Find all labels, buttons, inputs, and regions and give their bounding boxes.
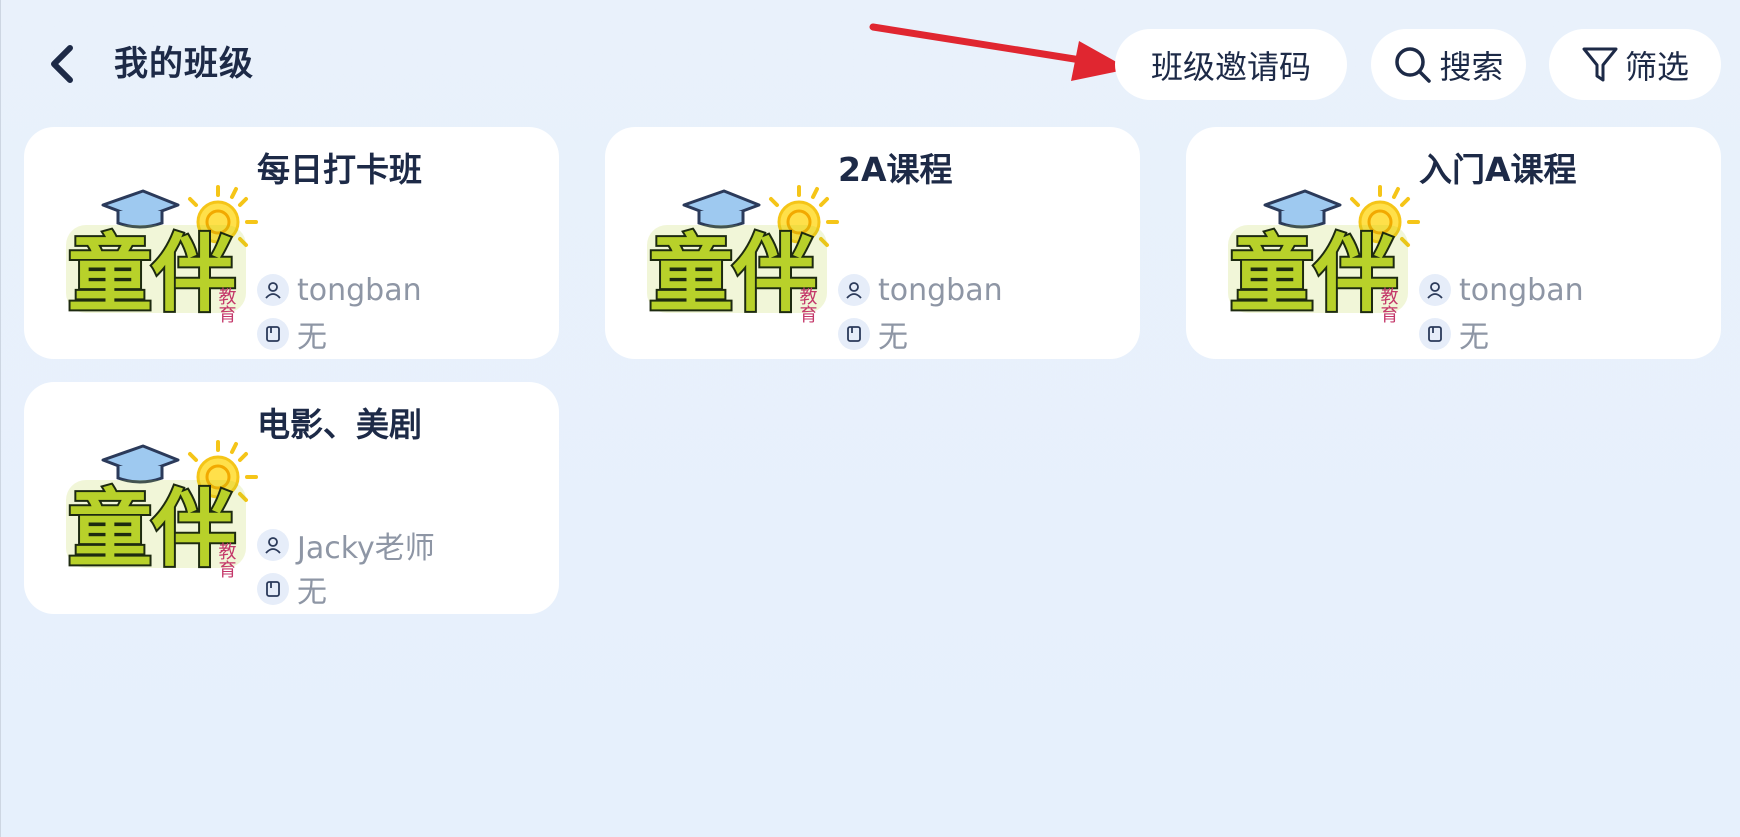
filter-button[interactable]: 筛选 <box>1549 29 1721 100</box>
search-button[interactable]: 搜索 <box>1371 29 1526 100</box>
graduation-cap-icon <box>101 444 180 484</box>
filter-label: 筛选 <box>1624 47 1689 86</box>
chevron-left-icon <box>51 45 73 83</box>
logo-sub-text: 教育 <box>216 287 237 324</box>
graduation-cap-icon <box>101 189 180 229</box>
book-value: 无 <box>297 320 327 355</box>
book-row: 无 <box>257 571 327 610</box>
teacher-icon <box>257 529 289 561</box>
teacher-name: tongban <box>297 272 422 308</box>
search-icon <box>1395 46 1432 83</box>
book-icon <box>1419 318 1451 350</box>
book-row: 无 <box>257 316 327 355</box>
teacher-name: tongban <box>878 272 1003 308</box>
graduation-cap-icon <box>1263 189 1342 229</box>
logo-brand-text: 童伴 <box>649 225 817 323</box>
class-title: 电影、美剧 <box>257 405 422 444</box>
class-title: 2A课程 <box>838 150 953 189</box>
book-icon <box>257 573 289 605</box>
teacher-row: tongban <box>1419 272 1584 308</box>
search-label: 搜索 <box>1439 47 1504 86</box>
graduation-cap-icon <box>682 189 761 229</box>
teacher-row: tongban <box>838 272 1003 308</box>
book-icon <box>838 318 870 350</box>
page-title: 我的班级 <box>114 44 254 84</box>
tongban-logo: 童伴教育 <box>647 185 839 325</box>
tongban-logo: 童伴教育 <box>66 440 258 580</box>
teacher-name: tongban <box>1459 272 1584 308</box>
filter-icon <box>1582 47 1618 81</box>
teacher-icon <box>257 274 289 306</box>
book-value: 无 <box>297 575 327 610</box>
logo-sub-text: 教育 <box>797 287 818 324</box>
book-row: 无 <box>1419 316 1489 355</box>
teacher-row: tongban <box>257 272 422 308</box>
teacher-row: Jacky老师 <box>257 527 435 566</box>
logo-sub-text: 教育 <box>216 542 237 579</box>
teacher-icon <box>838 274 870 306</box>
class-card[interactable]: 童伴 教育 入门A课程 tongban 无 <box>1186 127 1721 359</box>
tongban-logo: 童伴教育 <box>1228 185 1420 325</box>
book-value: 无 <box>1459 320 1489 355</box>
class-invite-code-button[interactable]: 班级邀请码 <box>1115 29 1347 100</box>
class-invite-code-label: 班级邀请码 <box>1150 47 1311 86</box>
class-title: 入门A课程 <box>1419 150 1577 189</box>
class-card[interactable]: 童伴 教育 电影、美剧 Jacky老师 无 <box>24 382 559 614</box>
logo-brand-text: 童伴 <box>68 225 236 323</box>
book-row: 无 <box>838 316 908 355</box>
logo-sub-text: 教育 <box>1378 287 1399 324</box>
annotation-arrow <box>869 23 1129 81</box>
tongban-logo: 童伴教育 <box>66 185 258 325</box>
book-icon <box>257 318 289 350</box>
logo-brand-text: 童伴 <box>1230 225 1398 323</box>
class-title: 每日打卡班 <box>257 150 422 189</box>
logo-brand-text: 童伴 <box>68 480 236 578</box>
header: 我的班级 班级邀请码 搜索 筛选 <box>1 0 1740 125</box>
back-button[interactable] <box>41 40 83 88</box>
book-value: 无 <box>878 320 908 355</box>
teacher-name: Jacky老师 <box>297 531 435 566</box>
teacher-icon <box>1419 274 1451 306</box>
class-card[interactable]: 童伴 教育 每日打卡班 tongban 无 <box>24 127 559 359</box>
class-card[interactable]: 童伴 教育 2A课程 tongban 无 <box>605 127 1140 359</box>
